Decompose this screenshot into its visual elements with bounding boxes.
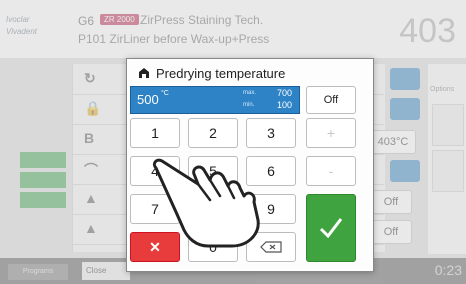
key-2[interactable]: 2 [188, 118, 238, 148]
curve-icon: ⌒ [84, 162, 98, 178]
max-label: max. [243, 90, 257, 96]
program-code: G6 [78, 14, 95, 28]
key-3[interactable]: 3 [246, 118, 296, 148]
lock-icon: 🔒 [84, 100, 102, 116]
status-chip [20, 172, 66, 188]
program-subline: P101 ZirLiner before Wax-up+Press [78, 32, 270, 46]
dialog-title: Predrying temperature [156, 66, 286, 81]
program-name: ZirPress Staining Tech. [140, 13, 264, 27]
side-tab[interactable] [432, 150, 464, 192]
close-button[interactable]: Close [82, 262, 130, 280]
toggle-button[interactable] [390, 68, 420, 90]
current-temperature: 403 [399, 12, 456, 50]
max-value: 700 [277, 88, 293, 98]
toggle-button[interactable] [390, 160, 420, 182]
b-icon: B [84, 130, 95, 146]
furnace-icon: ▲ [84, 190, 98, 206]
brand-logo: Ivoclar Vivadent [6, 14, 66, 44]
time-display: 0:23 [434, 262, 462, 278]
options-label[interactable]: Options [430, 86, 454, 93]
status-chip [20, 152, 66, 168]
confirm-button[interactable] [306, 194, 356, 262]
status-chip [20, 192, 66, 208]
off-button[interactable]: Off [370, 190, 412, 214]
logo-line-1: Ivoclar [6, 15, 30, 24]
min-value: 100 [277, 100, 293, 110]
side-tab[interactable] [432, 104, 464, 146]
plus-key[interactable]: + [306, 118, 356, 148]
header-bar [0, 0, 466, 58]
entered-value: 500 [137, 92, 159, 107]
checkmark-icon [319, 218, 343, 239]
furnace-icon [139, 68, 149, 78]
value-display[interactable]: 500 °C max. 700 min. 100 [130, 86, 300, 114]
unit-label: °C [161, 90, 169, 97]
key-1[interactable]: 1 [130, 118, 180, 148]
logo-line-2: Vivadent [6, 27, 37, 36]
minus-key[interactable]: - [306, 156, 356, 186]
programs-button[interactable]: Programs [8, 264, 68, 280]
furnace-icon: ▲ [84, 220, 98, 236]
min-label: min. [243, 102, 255, 108]
pointing-hand-icon [152, 158, 260, 248]
unlock-button[interactable] [390, 98, 420, 120]
predry-icon: ↻ [84, 70, 96, 86]
value-field[interactable]: 403°C [370, 130, 416, 154]
off-key[interactable]: Off [306, 86, 356, 114]
material-badge: ZR 2000 [100, 14, 139, 25]
off-button[interactable]: Off [370, 220, 412, 244]
